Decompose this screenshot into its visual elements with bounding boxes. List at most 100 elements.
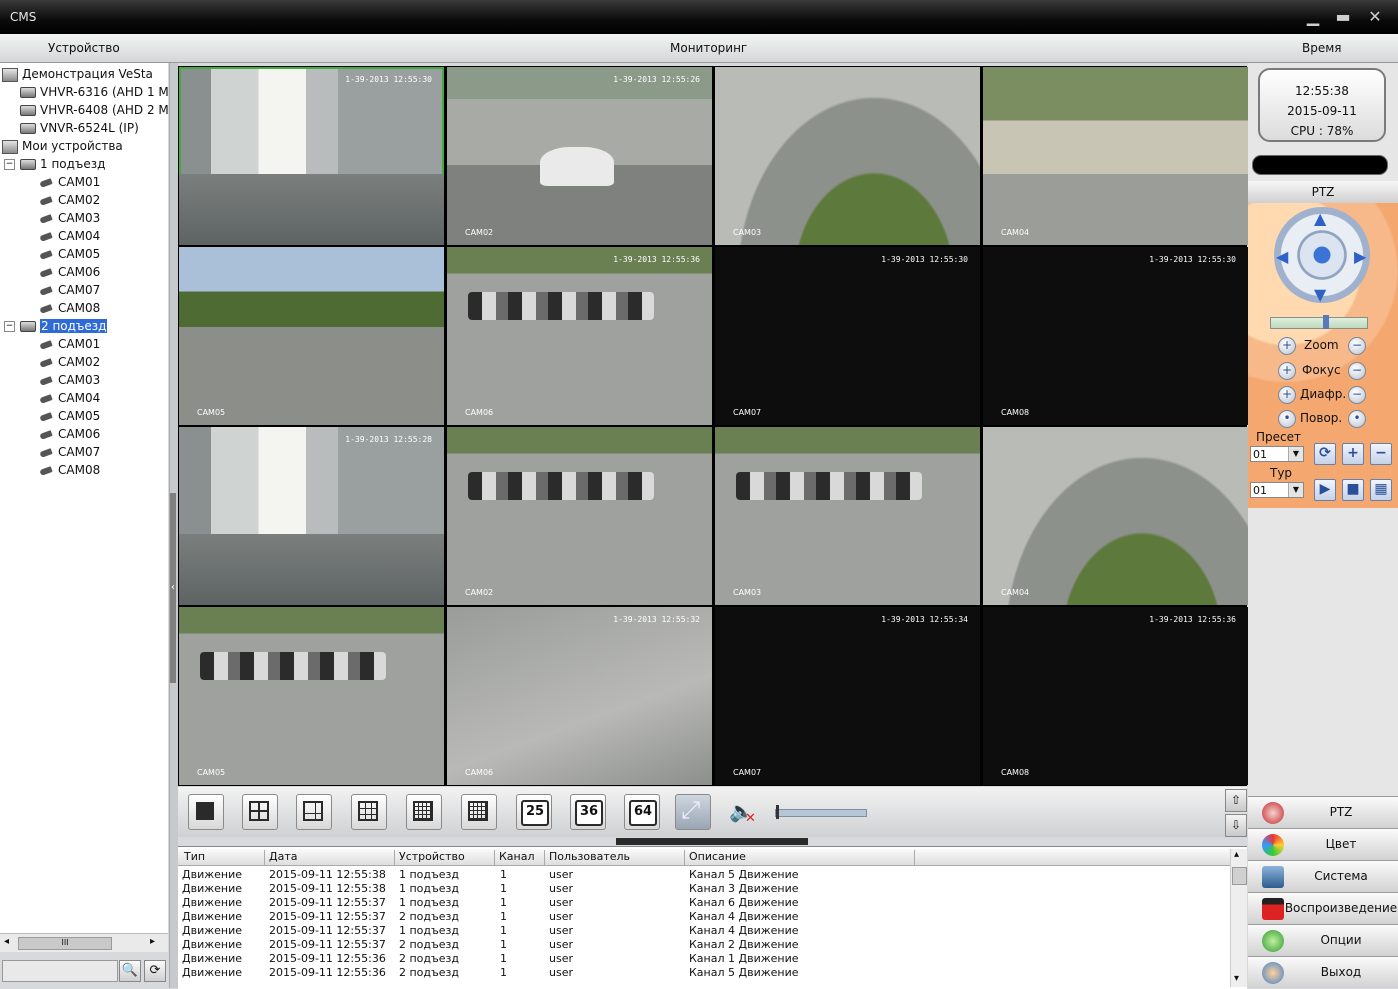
tree-camera[interactable]: CAM03: [39, 209, 100, 227]
video-cell[interactable]: 1-39-2013 12:55:36 CAM08: [983, 607, 1248, 785]
focus-minus-button[interactable]: −: [1348, 362, 1366, 380]
preset-select[interactable]: 01 ▼: [1250, 446, 1304, 462]
layout-13-button[interactable]: [406, 794, 442, 830]
nav-color-button[interactable]: Цвет: [1248, 828, 1398, 860]
rotate-left-button[interactable]: •: [1278, 410, 1296, 428]
video-cell[interactable]: 1-39-2013 12:55:30 CAM01: [179, 67, 444, 245]
log-row[interactable]: Движение 2015-09-11 12:55:36 2 подъезд 1 use…: [178, 952, 1228, 966]
log-row[interactable]: Движение 2015-09-11 12:55:38 1 подъезд 1 use…: [178, 882, 1228, 896]
video-cell[interactable]: CAM05: [179, 247, 444, 425]
preset-add-button[interactable]: +: [1342, 443, 1364, 465]
tree-camera[interactable]: CAM06: [39, 425, 100, 443]
ptz-speed-slider[interactable]: [1270, 315, 1368, 329]
col-channel[interactable]: Канал: [494, 850, 535, 865]
layout-9-button[interactable]: [351, 794, 387, 830]
video-cell[interactable]: 1-39-2013 12:55:32 CAM06: [447, 607, 712, 785]
video-cell[interactable]: 1-39-2013 12:55:30 CAM07: [715, 247, 980, 425]
menu-time[interactable]: Время: [1302, 41, 1342, 55]
tour-grid-button[interactable]: ▦: [1370, 479, 1392, 501]
scroll-down-icon[interactable]: ▾: [1234, 973, 1239, 984]
tree-camera[interactable]: CAM03: [39, 371, 100, 389]
volume-knob[interactable]: [776, 805, 779, 819]
zoom-in-button[interactable]: +: [1278, 337, 1296, 355]
video-cell[interactable]: CAM05: [179, 607, 444, 785]
tree-group-1[interactable]: − 1 подъезд: [4, 155, 164, 173]
tree-camera[interactable]: CAM07: [39, 443, 100, 461]
log-row[interactable]: Движение 2015-09-11 12:55:37 1 подъезд 1 use…: [178, 896, 1228, 910]
tree-camera[interactable]: CAM04: [39, 389, 100, 407]
scroll-thumb[interactable]: III: [18, 937, 112, 950]
nav-playback-button[interactable]: Воспроизведение: [1248, 892, 1398, 924]
video-cell[interactable]: CAM04: [983, 67, 1248, 245]
video-cell[interactable]: 1-39-2013 12:55:30 CAM08: [983, 247, 1248, 425]
collapse-toggle[interactable]: −: [4, 321, 15, 332]
tree-search-input[interactable]: [2, 960, 118, 982]
splitter-grip[interactable]: ‹: [170, 493, 176, 683]
log-row[interactable]: Движение 2015-09-11 12:55:37 1 подъезд 1 use…: [178, 924, 1228, 938]
collapse-toggle[interactable]: −: [4, 159, 15, 170]
ptz-up-icon[interactable]: ▲: [1314, 209, 1326, 228]
ptz-right-icon[interactable]: ▶: [1354, 247, 1366, 266]
tree-device[interactable]: VHVR-6316 (AHD 1 Mp: [20, 83, 168, 101]
layout-1-button[interactable]: [188, 794, 224, 830]
tree-camera[interactable]: CAM05: [39, 245, 100, 263]
tree-camera[interactable]: CAM06: [39, 263, 100, 281]
col-description[interactable]: Описание: [684, 850, 746, 865]
tree-camera[interactable]: CAM07: [39, 281, 100, 299]
layout-25-button[interactable]: 25: [516, 794, 552, 830]
log-scrollbar[interactable]: ▴ ▾: [1230, 849, 1247, 987]
refresh-icon[interactable]: ⟳: [144, 960, 166, 982]
video-cell[interactable]: 1-39-2013 12:55:36 CAM06: [447, 247, 712, 425]
tree-camera[interactable]: CAM08: [39, 461, 100, 479]
tree-camera[interactable]: CAM05: [39, 407, 100, 425]
layout-16-button[interactable]: [461, 794, 497, 830]
layout-64-button[interactable]: 64: [624, 794, 660, 830]
volume-slider[interactable]: [775, 805, 867, 819]
log-row[interactable]: Движение 2015-09-11 12:55:37 2 подъезд 1 use…: [178, 938, 1228, 952]
page-down-button[interactable]: ⇩: [1225, 814, 1247, 837]
tree-camera[interactable]: CAM02: [39, 191, 100, 209]
log-row[interactable]: Движение 2015-09-11 12:55:37 2 подъезд 1 use…: [178, 910, 1228, 924]
maximize-icon[interactable]: ▬: [1334, 8, 1352, 26]
col-device[interactable]: Устройство: [394, 850, 465, 865]
panel-splitter[interactable]: ‹: [169, 63, 178, 988]
tree-device[interactable]: VHVR-6408 (AHD 2 Mp: [20, 101, 168, 119]
mute-button[interactable]: 🔈 ✕: [729, 799, 761, 827]
tree-camera[interactable]: CAM01: [39, 173, 100, 191]
log-row[interactable]: Движение 2015-09-11 12:55:38 1 подъезд 1 use…: [178, 868, 1228, 882]
scroll-up-icon[interactable]: ▴: [1234, 849, 1239, 860]
log-row[interactable]: Движение 2015-09-11 12:55:36 2 подъезд 1 use…: [178, 966, 1228, 980]
layout-4-button[interactable]: [242, 794, 278, 830]
tree-root[interactable]: Демонстрация VeSta: [2, 65, 153, 83]
iris-minus-button[interactable]: −: [1348, 386, 1366, 404]
menu-monitoring[interactable]: Мониторинг: [670, 41, 747, 55]
log-scroll-thumb[interactable]: [1232, 867, 1247, 885]
video-cell[interactable]: 1-39-2013 12:55:34 CAM07: [715, 607, 980, 785]
video-cell[interactable]: CAM03: [715, 427, 980, 605]
video-cell[interactable]: CAM04: [983, 427, 1248, 605]
preset-go-button[interactable]: ⟳: [1314, 443, 1336, 465]
col-user[interactable]: Пользователь: [544, 850, 630, 865]
scroll-left-icon[interactable]: ◂: [4, 936, 9, 947]
nav-ptz-button[interactable]: PTZ: [1248, 796, 1398, 828]
menu-device[interactable]: Устройство: [48, 41, 120, 55]
tree-camera[interactable]: CAM08: [39, 299, 100, 317]
preset-remove-button[interactable]: −: [1370, 443, 1392, 465]
focus-plus-button[interactable]: +: [1278, 362, 1296, 380]
tour-select[interactable]: 01 ▼: [1250, 482, 1304, 498]
tour-stop-button[interactable]: ■: [1342, 479, 1364, 501]
nav-options-button[interactable]: Опции: [1248, 924, 1398, 956]
log-collapse-handle[interactable]: [616, 838, 808, 845]
nav-system-button[interactable]: Система: [1248, 860, 1398, 892]
video-cell[interactable]: 1-39-2013 12:55:28 CAM01: [179, 427, 444, 605]
iris-plus-button[interactable]: +: [1278, 386, 1296, 404]
fullscreen-button[interactable]: ⤢: [675, 794, 711, 830]
tree-device[interactable]: VNVR-6524L (IP): [20, 119, 139, 137]
tree-camera[interactable]: CAM01: [39, 335, 100, 353]
tree-my-devices[interactable]: Мои устройства: [2, 137, 123, 155]
col-type[interactable]: Тип: [180, 850, 205, 865]
tree-group-2[interactable]: − 2 подъезд: [4, 317, 164, 335]
page-up-button[interactable]: ⇧: [1225, 789, 1247, 812]
tree-hscrollbar[interactable]: ◂ III ▸: [0, 933, 168, 952]
rotate-right-button[interactable]: •: [1348, 410, 1366, 428]
